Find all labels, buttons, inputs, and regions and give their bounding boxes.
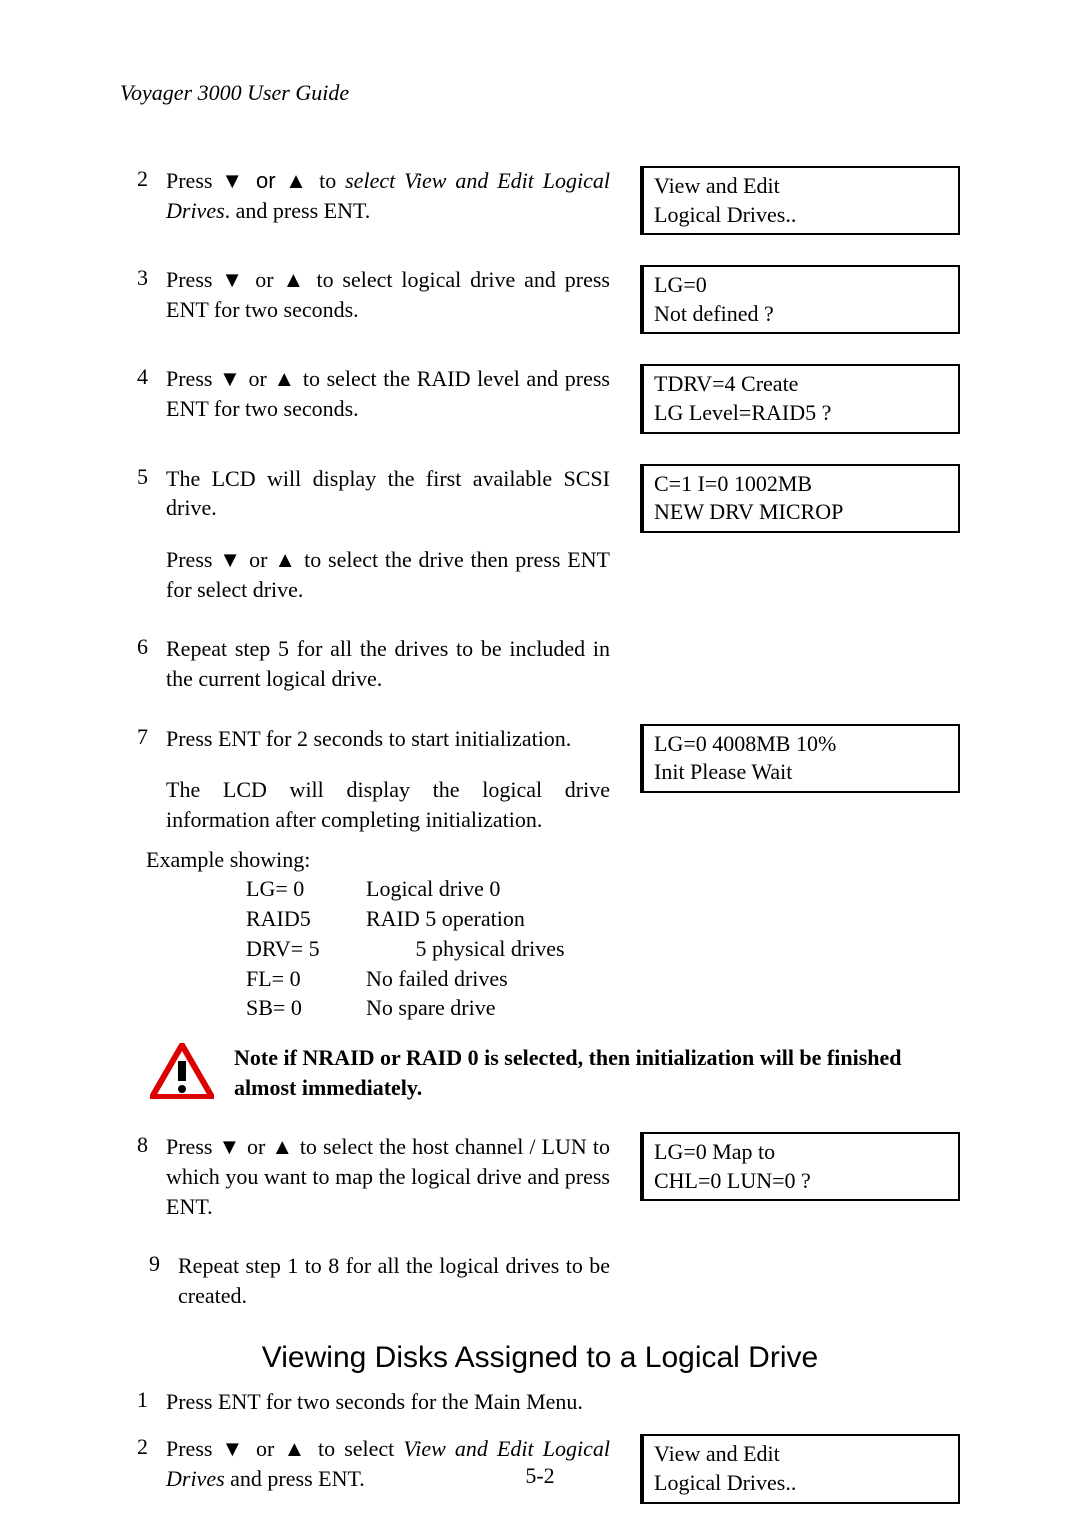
step-row: 8 Press ▼ or ▲ to select the host channe…	[120, 1132, 960, 1221]
lcd-display: TDRV=4 Create LG Level=RAID5 ?	[640, 364, 960, 433]
step-number: 3	[120, 265, 148, 324]
step-number: 1	[120, 1387, 148, 1417]
note-row: Note if NRAID or RAID 0 is selected, the…	[150, 1043, 960, 1102]
example-table: LG= 0Logical drive 0 RAID5RAID 5 operati…	[246, 874, 960, 1022]
step-number: 2	[120, 166, 148, 225]
step-row: 2 Press ▼ or ▲ to select View and Edit L…	[120, 166, 960, 235]
lcd-display: LG=0 Map to CHL=0 LUN=0 ?	[640, 1132, 960, 1201]
step-text: Press ▼ or ▲ to select View and Edit Log…	[166, 166, 610, 225]
section-title: Viewing Disks Assigned to a Logical Driv…	[120, 1341, 960, 1375]
step-text: Press ENT for 2 seconds to start initial…	[166, 724, 610, 835]
step-number: 4	[120, 364, 148, 423]
step-text: The LCD will display the first available…	[166, 464, 610, 605]
example-block: Example showing: LG= 0Logical drive 0 RA…	[166, 845, 960, 1023]
step-row: 5 The LCD will display the first availab…	[120, 464, 960, 605]
step-row: 7 Press ENT for 2 seconds to start initi…	[120, 724, 960, 835]
step-text: Repeat step 1 to 8 for all the logical d…	[178, 1251, 610, 1310]
step-text: Press ▼ or ▲ to select the RAID level an…	[166, 364, 610, 423]
step-number: 9	[132, 1251, 160, 1310]
step-text: Press ▼ or ▲ to select logical drive and…	[166, 265, 610, 324]
step-text: Press ENT for two seconds for the Main M…	[166, 1387, 610, 1417]
warning-icon	[150, 1043, 214, 1099]
step-row: 1 Press ENT for two seconds for the Main…	[120, 1387, 960, 1417]
step-text: Press ▼ or ▲ to select the host channel …	[166, 1132, 610, 1221]
step-row: 3 Press ▼ or ▲ to select logical drive a…	[120, 265, 960, 334]
step-row: 9 Repeat step 1 to 8 for all the logical…	[120, 1251, 960, 1310]
step-text: Repeat step 5 for all the drives to be i…	[166, 634, 610, 693]
lcd-display: View and Edit Logical Drives..	[640, 166, 960, 235]
lcd-display: C=1 I=0 1002MB NEW DRV MICROP	[640, 464, 960, 533]
step-row: 6 Repeat step 5 for all the drives to be…	[120, 634, 960, 693]
page-header: Voyager 3000 User Guide	[120, 80, 960, 106]
step-number: 6	[120, 634, 148, 693]
lcd-display: LG=0 4008MB 10% Init Please Wait	[640, 724, 960, 793]
page-number: 5-2	[0, 1463, 1080, 1489]
lcd-display: LG=0 Not defined ?	[640, 265, 960, 334]
step-row: 4 Press ▼ or ▲ to select the RAID level …	[120, 364, 960, 433]
step-number: 5	[120, 464, 148, 605]
step-number: 8	[120, 1132, 148, 1221]
note-text: Note if NRAID or RAID 0 is selected, the…	[234, 1043, 960, 1102]
step-number: 7	[120, 724, 148, 835]
